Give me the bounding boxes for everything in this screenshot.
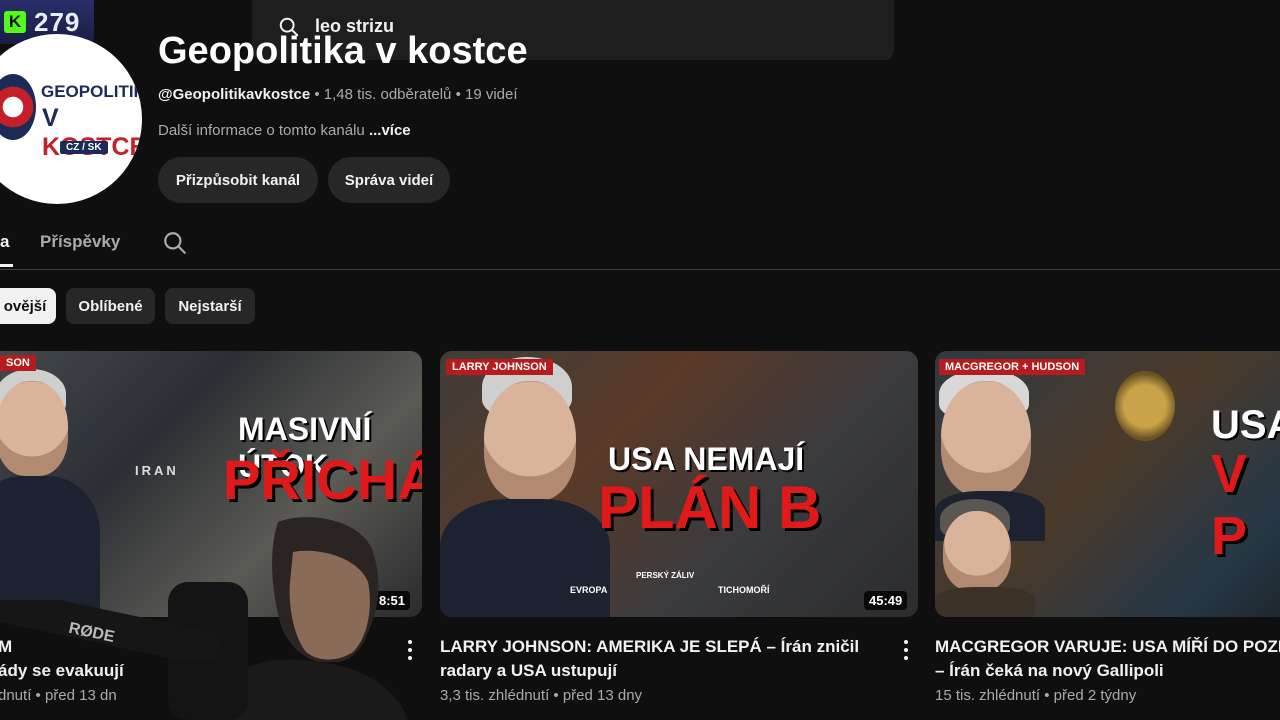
thumbnail-headline-top: USA	[1211, 403, 1280, 447]
thumbnail-headline-main: PŘICHÁZÍ	[223, 448, 422, 511]
tab-posts[interactable]: Příspěvky	[40, 232, 120, 252]
thumbnail-tag: MACGREGOR + HUDSON	[939, 359, 1086, 375]
kick-logo-icon: K	[4, 11, 26, 33]
more-options-icon[interactable]	[903, 640, 909, 660]
video-count: 19 videí	[465, 86, 518, 103]
thumbnail-headline-main: V P	[1211, 444, 1248, 566]
video-2-title-line1[interactable]: LARRY JOHNSON: AMERIKA JE SLEPÁ – Írán z…	[440, 634, 859, 659]
chip-newest[interactable]: ovější	[0, 288, 56, 324]
tabs-divider	[0, 269, 1280, 270]
video-duration: 45:49	[864, 591, 908, 610]
thumbnail-tag: SON	[0, 355, 36, 371]
person-suit	[440, 499, 610, 617]
video-thumbnail-2[interactable]: LARRY JOHNSON USA NEMAJÍ PLÁN B EVROPA P…	[440, 351, 918, 617]
channel-avatar[interactable]: GEOPOLITIKA V KOSTCE CZ / SK	[0, 34, 142, 204]
active-tab-indicator	[0, 264, 13, 267]
globe-logo-icon	[0, 74, 36, 140]
video-3-meta: 15 tis. zhlédnutí • před 2 týdny	[935, 687, 1137, 704]
map-label-gulf: PERSKÝ ZÁLIV	[636, 571, 695, 580]
more-link[interactable]: ...více	[369, 122, 411, 139]
video-thumbnail-3[interactable]: MACGREGOR + HUDSON USA V P	[935, 351, 1280, 617]
channel-meta: @Geopolitikavkostce • 1,48 tis. odběrate…	[158, 86, 518, 103]
chip-oldest[interactable]: Nejstarší	[165, 288, 255, 324]
person2-face	[943, 511, 1011, 591]
manage-videos-button[interactable]: Správa videí	[328, 157, 450, 203]
map-label-pacific: TICHOMOŘÍ	[718, 585, 770, 595]
customize-channel-button[interactable]: Přizpůsobit kanál	[158, 157, 318, 203]
chip-popular[interactable]: Oblíbené	[66, 288, 155, 324]
video-2-meta: 3,3 tis. zhlédnutí • před 13 dny	[440, 687, 643, 704]
thumbnail-headline-main: PLÁN B	[598, 474, 822, 541]
channel-handle: @Geopolitikavkostce	[158, 86, 311, 103]
video-3-title-line2[interactable]: – Írán čeká na nový Gallipoli	[935, 658, 1164, 683]
person-face	[0, 381, 68, 476]
dollar-icon	[1115, 371, 1175, 441]
person-face	[941, 381, 1031, 496]
person2-suit	[935, 587, 1035, 617]
channel-description[interactable]: Další informace o tomto kanálu ...více	[158, 122, 411, 139]
thumbnail-tag: LARRY JOHNSON	[446, 359, 553, 375]
thumbnail-map-label: IRAN	[135, 463, 179, 478]
video-2-title-line2[interactable]: radary a USA ustupují	[440, 658, 617, 683]
person-face	[484, 381, 576, 501]
channel-search-icon[interactable]	[162, 230, 188, 256]
map-label-europe: EVROPA	[570, 585, 608, 595]
viewer-count: 279	[34, 6, 81, 37]
video-3-title-line1[interactable]: MACGREGOR VARUJE: USA MÍŘÍ DO POZE	[935, 634, 1280, 659]
person-suit	[0, 476, 100, 617]
video-1-title[interactable]: ády se evakuují	[0, 658, 124, 683]
logo-badge: CZ / SK	[60, 141, 108, 154]
microphone-icon: RØDE	[0, 600, 220, 660]
subscriber-count: 1,48 tis. odběratelů	[323, 86, 452, 103]
logo-text-line1: GEOPOLITIKA	[41, 82, 142, 101]
tab-videos[interactable]: a	[0, 232, 9, 252]
video-1-meta: dnutí • před 13 dn	[0, 687, 117, 704]
channel-title: Geopolitika v kostce	[158, 30, 528, 72]
